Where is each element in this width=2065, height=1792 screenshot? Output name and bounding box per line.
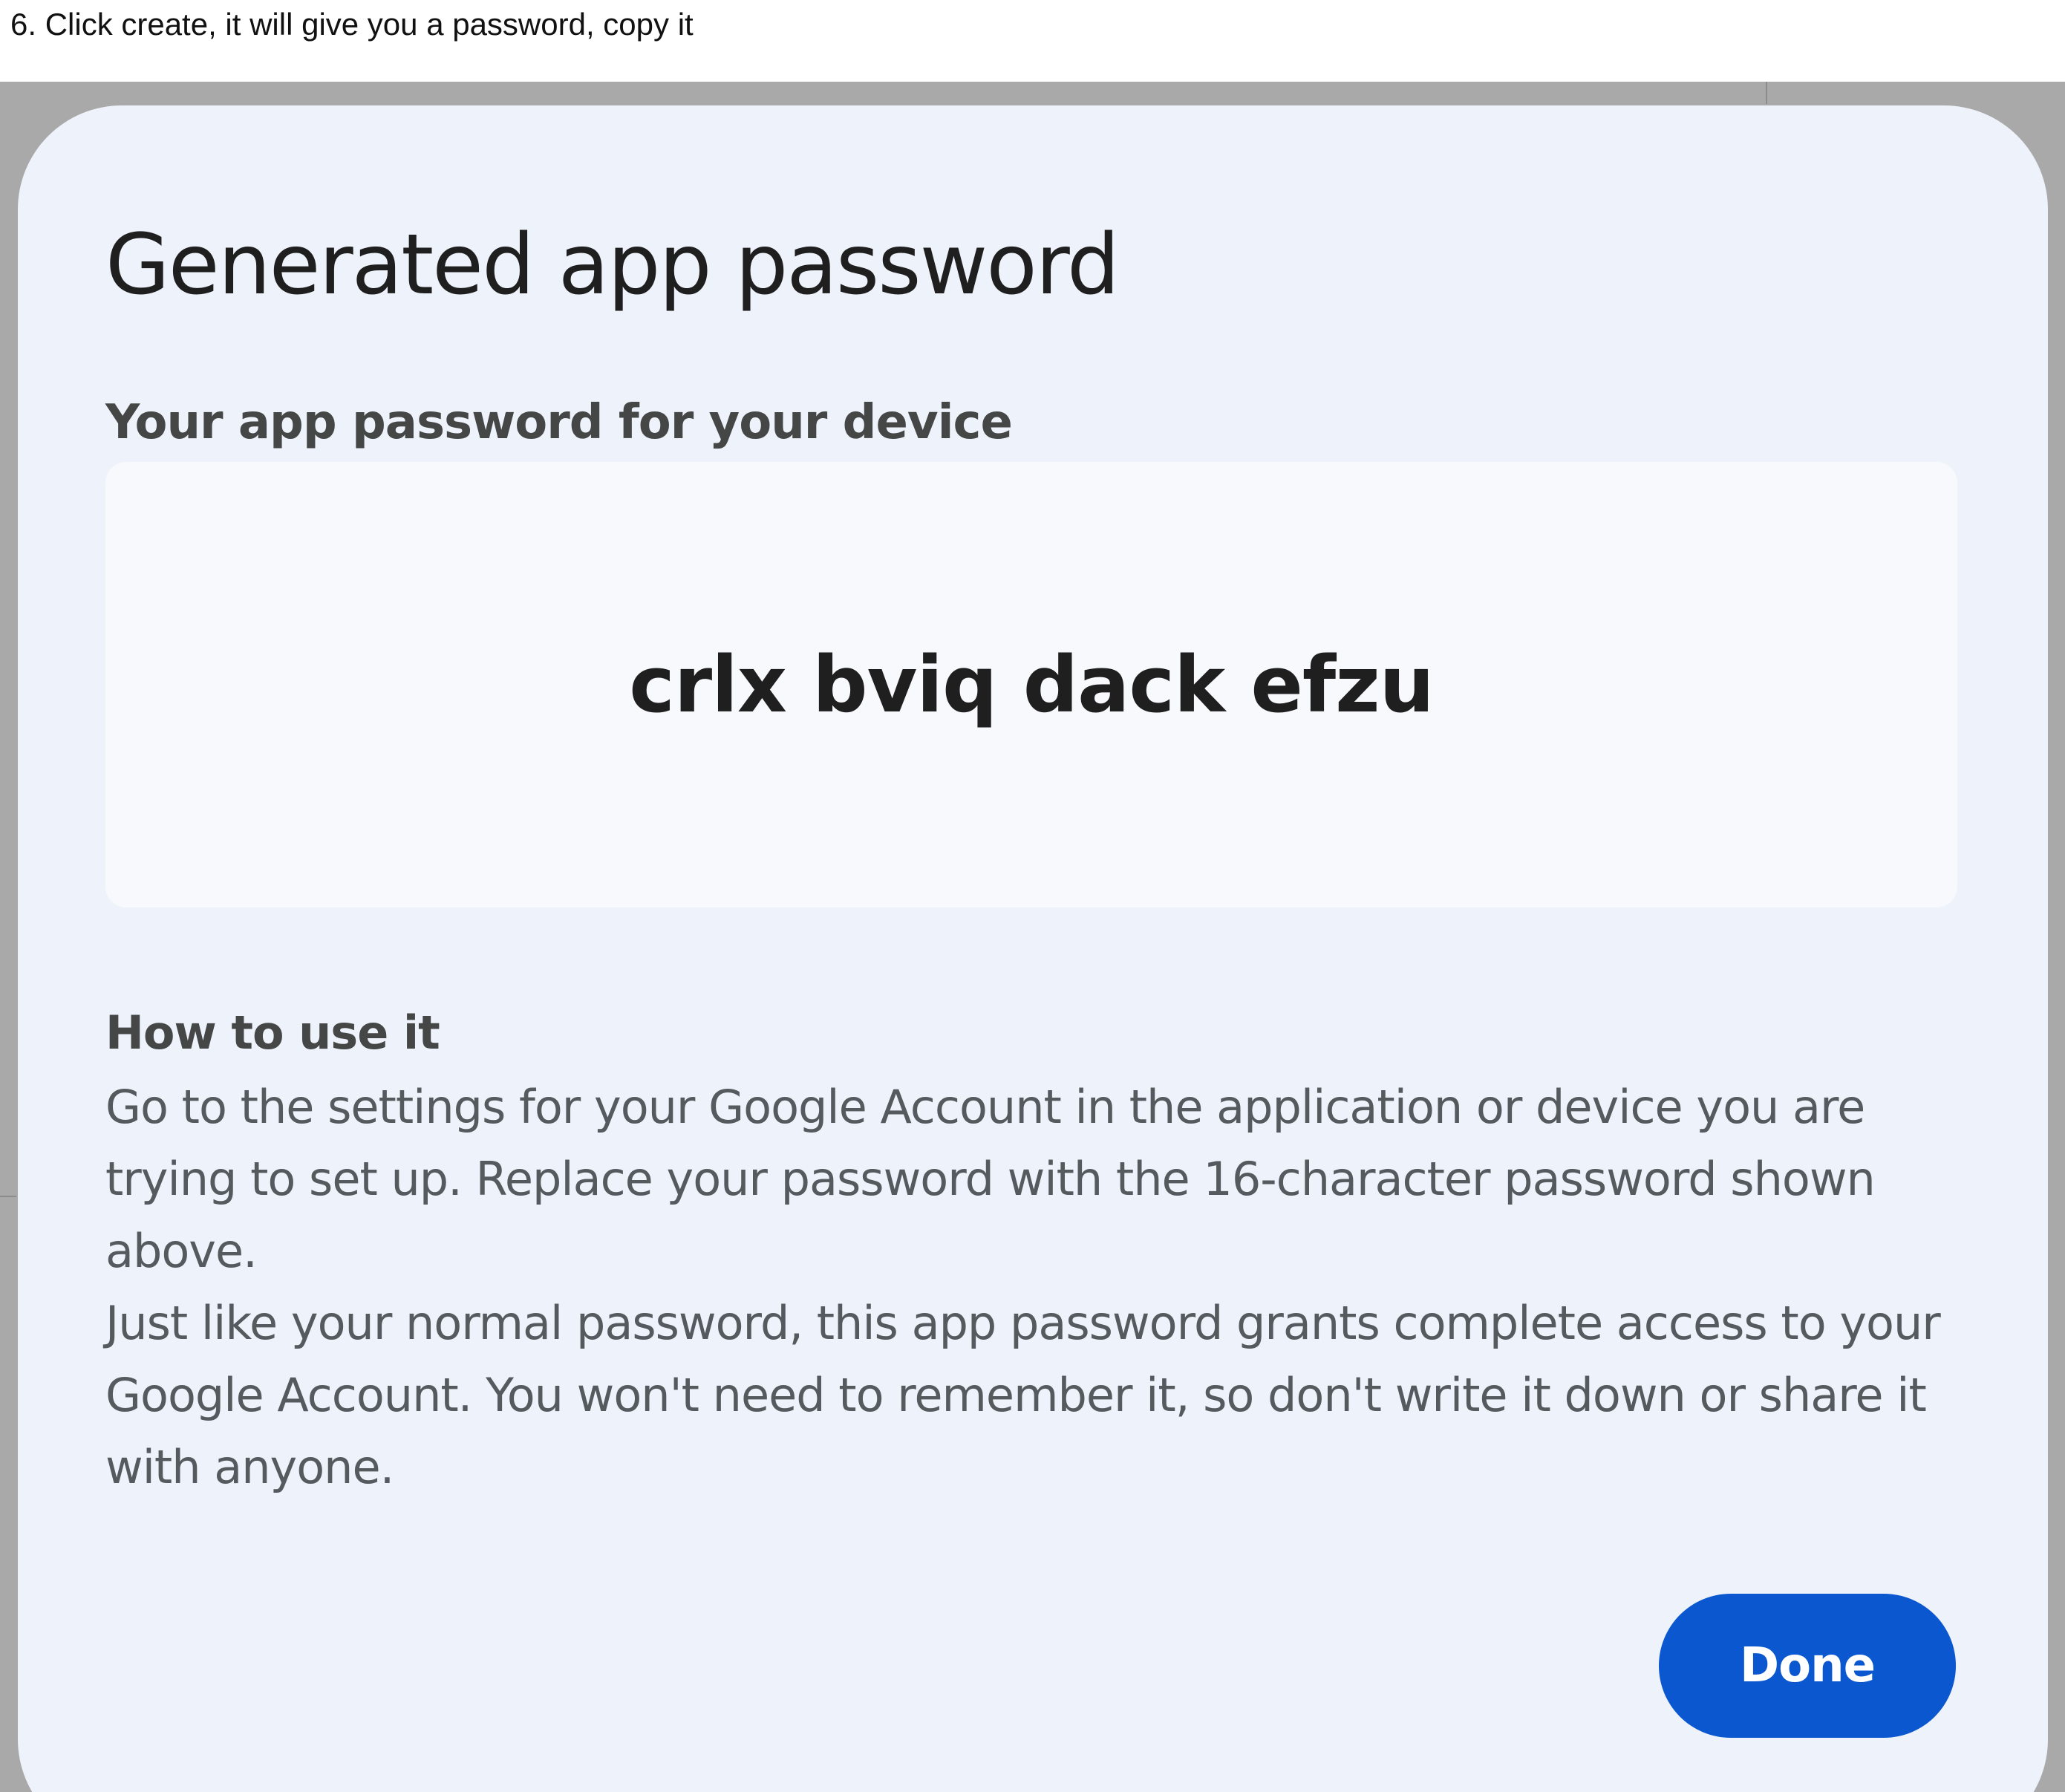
app-password-value[interactable]: crlx bviq dack efzu [629, 639, 1434, 730]
password-display-box: crlx bviq dack efzu [105, 462, 1957, 908]
how-to-paragraph: Go to the settings for your Google Accou… [105, 1080, 1876, 1278]
instruction-caption: 6. Click create, it will give you a pass… [10, 7, 694, 42]
done-button[interactable]: Done [1659, 1594, 1956, 1738]
how-to-heading: How to use it [105, 1006, 440, 1060]
dialog-title: Generated app password [105, 217, 1120, 313]
generated-password-dialog: Generated app password Your app password… [18, 105, 2048, 1792]
password-subtitle: Your app password for your device [105, 395, 1013, 450]
how-to-paragraph: Just like your normal password, this app… [105, 1296, 1941, 1494]
backdrop-divider [0, 1196, 16, 1197]
backdrop-divider [1766, 82, 1767, 104]
how-to-instructions: Go to the settings for your Google Accou… [105, 1071, 1962, 1503]
screenshot-frame: Generated app password Your app password… [0, 82, 2065, 1792]
